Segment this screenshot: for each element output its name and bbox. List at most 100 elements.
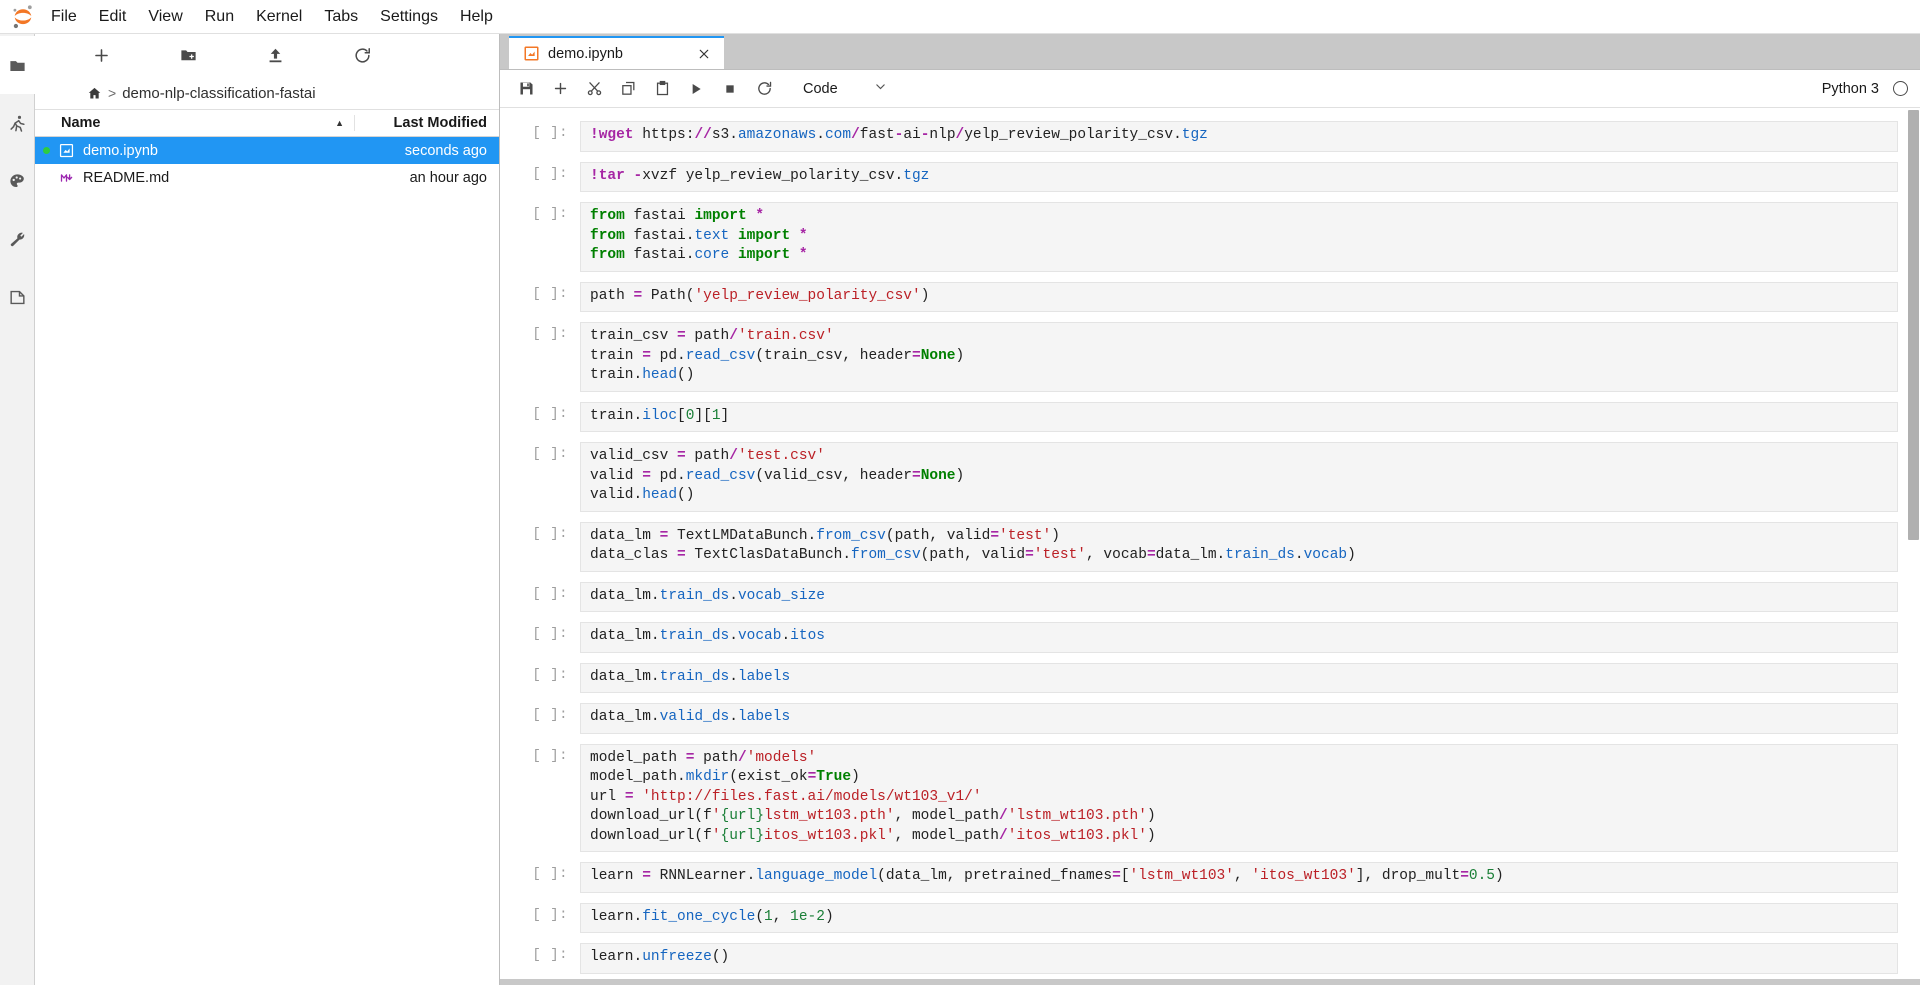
sidebar-item-running[interactable] xyxy=(0,94,35,152)
sidebar-item-extensions[interactable] xyxy=(0,152,35,210)
refresh-button[interactable] xyxy=(348,42,376,70)
file-list: demo.ipynb seconds ago README.md an hour… xyxy=(35,137,499,985)
main-dock-area: demo.ipynb Code Python 3 []: !wget http… xyxy=(500,34,1920,985)
paste-cell-button[interactable] xyxy=(647,75,677,103)
restart-kernel-button[interactable] xyxy=(749,75,779,103)
notebook-cell[interactable]: [ ]: data_lm.train_ds.labels xyxy=(500,658,1920,699)
save-button[interactable] xyxy=(511,75,541,103)
cell-source: data_lm = TextLMDataBunch.from_csv(path,… xyxy=(590,527,1356,564)
notebook-cell[interactable]: [ ]: train_csv = path/'train.csv' train =… xyxy=(500,317,1920,397)
notebook-cell[interactable]: [ ]: path = Path('yelp_review_polarity_cs… xyxy=(500,277,1920,318)
notebook-cell[interactable]: [ ]: data_lm = TextLMDataBunch.from_csv(p… xyxy=(500,517,1920,577)
menu-edit[interactable]: Edit xyxy=(88,3,138,31)
tab-bar: demo.ipynb xyxy=(500,34,1920,70)
cell-input-editor[interactable]: train.iloc[0][1] xyxy=(580,401,1898,432)
cell-prompt: [ ]: xyxy=(532,747,568,764)
cell-input-editor[interactable]: data_lm = TextLMDataBunch.from_csv(path,… xyxy=(580,521,1898,572)
tab-demo-ipynb[interactable]: demo.ipynb xyxy=(509,36,724,69)
notebook-cell[interactable]: [ ]: learn = RNNLearner.language_model(da… xyxy=(500,857,1920,898)
cell-prompt: [ ]: xyxy=(532,707,568,723)
new-launcher-button[interactable] xyxy=(87,42,115,70)
cell-source: data_lm.train_ds.labels xyxy=(590,668,791,685)
run-cell-button[interactable] xyxy=(681,75,711,103)
copy-cell-button[interactable] xyxy=(613,75,643,103)
notebook-cell[interactable]: [ ]: model_path = path/'models' model_pat… xyxy=(500,739,1920,858)
cell-input-editor[interactable]: !tar -xvzf yelp_review_polarity_csv.tgz xyxy=(580,161,1898,192)
cell-list: [ ]: !wget https://s3.amazonaws.com/fast-… xyxy=(500,116,1920,979)
notebook-icon xyxy=(523,46,539,62)
cell-prompt: [ ]: xyxy=(532,446,568,462)
chevron-down-icon xyxy=(874,80,887,97)
cut-cell-button[interactable] xyxy=(579,75,609,103)
cell-prompt: [ ]: xyxy=(532,906,568,923)
insert-cell-button[interactable] xyxy=(545,75,575,103)
notebook-cell[interactable]: [ ]: learn.fit_one_cycle(1, 1e-2) xyxy=(500,898,1920,939)
cell-prompt: [ ]: xyxy=(532,165,568,182)
menu-tabs[interactable]: Tabs xyxy=(313,3,369,31)
notebook-cell[interactable]: [ ]: valid_csv = path/'test.csv' valid = … xyxy=(500,437,1920,517)
notebook-cell[interactable]: [ ]: from fastai import * from fastai.tex… xyxy=(500,197,1920,277)
cell-type-select[interactable]: Code xyxy=(795,78,893,99)
menu-kernel[interactable]: Kernel xyxy=(245,3,313,31)
cell-input-editor[interactable]: from fastai import * from fastai.text im… xyxy=(580,202,1898,272)
menu-bar: File Edit View Run Kernel Tabs Settings … xyxy=(0,0,1920,34)
cell-input-editor[interactable]: model_path = path/'models' model_path.mk… xyxy=(580,743,1898,852)
cell-source: from fastai import * from fastai.text im… xyxy=(590,208,808,263)
sidebar-item-file-browser[interactable] xyxy=(0,36,35,94)
home-icon[interactable] xyxy=(87,86,102,101)
cell-input-editor[interactable]: learn = RNNLearner.language_model(data_l… xyxy=(580,862,1898,893)
breadcrumb-path[interactable]: demo-nlp-classification-fastai xyxy=(122,85,315,102)
file-modified: seconds ago xyxy=(404,142,487,159)
sidebar-item-open-tabs[interactable] xyxy=(0,268,35,326)
cell-input-editor[interactable]: data_lm.train_ds.vocab.itos xyxy=(580,622,1898,653)
cell-prompt: [ ]: xyxy=(532,947,568,963)
notebook-cell[interactable]: [ ]: train.iloc[0][1] xyxy=(500,397,1920,438)
column-header-name[interactable]: Name ▲ xyxy=(35,115,354,131)
notebook-panel[interactable]: [ ]: !wget https://s3.amazonaws.com/fast-… xyxy=(500,108,1920,979)
sidebar-item-property-inspector[interactable] xyxy=(0,210,35,268)
kernel-status-area: Python 3 xyxy=(1822,81,1908,97)
kernel-idle-circle-icon[interactable] xyxy=(1893,81,1908,96)
new-folder-button[interactable] xyxy=(174,42,202,70)
breadcrumb-separator: > xyxy=(108,85,117,101)
notebook-cell[interactable]: [ ]: data_lm.train_ds.vocab_size xyxy=(500,577,1920,618)
cell-input-editor[interactable]: data_lm.train_ds.labels xyxy=(580,662,1898,693)
cell-source: learn.unfreeze() xyxy=(590,949,730,965)
interrupt-kernel-button[interactable] xyxy=(715,75,745,103)
notebook-cell[interactable]: [ ]: data_lm.valid_ds.labels xyxy=(500,698,1920,739)
cell-input-editor[interactable]: train_csv = path/'train.csv' train = pd.… xyxy=(580,322,1898,392)
status-strip xyxy=(500,979,1920,985)
cell-input-editor[interactable]: valid_csv = path/'test.csv' valid = pd.r… xyxy=(580,442,1898,512)
cell-prompt: [ ]: xyxy=(532,125,568,141)
markdown-icon xyxy=(53,170,79,186)
cell-input-editor[interactable]: !wget https://s3.amazonaws.com/fast-ai-n… xyxy=(580,121,1898,152)
menu-view[interactable]: View xyxy=(137,3,193,31)
notebook-scrollbar[interactable] xyxy=(1907,108,1920,979)
list-item[interactable]: README.md an hour ago xyxy=(35,164,499,191)
scrollbar-thumb[interactable] xyxy=(1908,110,1919,540)
notebook-cell[interactable]: [ ]: data_lm.train_ds.vocab.itos xyxy=(500,617,1920,658)
jupyter-logo-icon[interactable] xyxy=(6,2,40,32)
cell-input-editor[interactable]: data_lm.train_ds.vocab_size xyxy=(580,581,1898,612)
notebook-cell[interactable]: [ ]: !tar -xvzf yelp_review_polarity_csv.… xyxy=(500,157,1920,198)
cell-input-editor[interactable]: data_lm.valid_ds.labels xyxy=(580,703,1898,734)
menu-help[interactable]: Help xyxy=(449,3,504,31)
cell-input-editor[interactable]: learn.fit_one_cycle(1, 1e-2) xyxy=(580,902,1898,933)
cell-input-editor[interactable]: path = Path('yelp_review_polarity_csv') xyxy=(580,281,1898,312)
upload-button[interactable] xyxy=(261,42,289,70)
cell-source: data_lm.train_ds.vocab.itos xyxy=(590,628,825,644)
notebook-icon xyxy=(53,143,79,158)
cell-input-editor[interactable]: learn.unfreeze() xyxy=(580,943,1898,974)
cell-source: data_lm.train_ds.vocab_size xyxy=(590,587,825,604)
menu-settings[interactable]: Settings xyxy=(369,3,449,31)
menu-run[interactable]: Run xyxy=(194,3,245,31)
kernel-name[interactable]: Python 3 xyxy=(1822,81,1879,97)
cell-source: train.iloc[0][1] xyxy=(590,407,730,424)
notebook-cell[interactable]: [ ]: !wget https://s3.amazonaws.com/fast-… xyxy=(500,116,1920,157)
menu-file[interactable]: File xyxy=(40,3,88,31)
column-header-last-modified[interactable]: Last Modified xyxy=(354,115,499,131)
notebook-cell[interactable]: [ ]: learn.unfreeze() xyxy=(500,938,1920,979)
close-icon[interactable] xyxy=(694,44,714,64)
list-item[interactable]: demo.ipynb seconds ago xyxy=(35,137,499,164)
cell-prompt: [ ]: xyxy=(532,626,568,642)
